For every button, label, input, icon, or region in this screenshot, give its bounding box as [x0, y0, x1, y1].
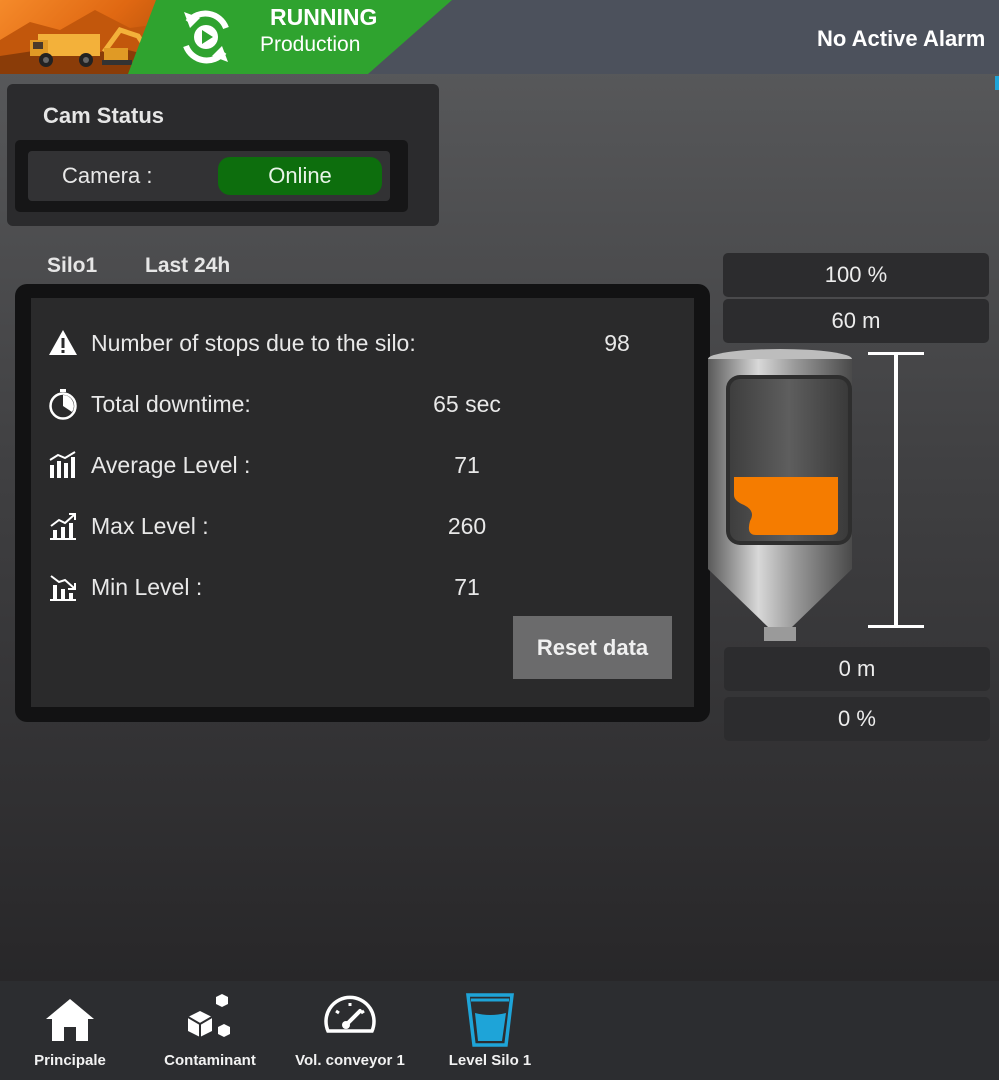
stopwatch-icon — [47, 388, 79, 420]
nav-item-principale[interactable]: Principale — [20, 981, 120, 1080]
stat-label: Min Level : — [91, 574, 203, 600]
bottom-navigation: Principale Contaminant Vol. conveyor 1 L… — [0, 981, 999, 1080]
glass-level-icon — [462, 991, 518, 1047]
stat-value: 260 — [447, 513, 487, 539]
height-scale — [862, 350, 932, 632]
stat-row-stops: Number of stops due to the silo: 98 — [31, 323, 694, 363]
nav-label: Principale — [34, 1052, 106, 1069]
stat-value: 65 sec — [433, 391, 501, 417]
nav-label: Vol. conveyor 1 — [295, 1052, 405, 1069]
sync-play-icon — [176, 6, 236, 68]
nav-label: Level Silo 1 — [448, 1052, 532, 1069]
stat-row-min: Min Level : 71 — [31, 567, 694, 607]
max-percent-label: 100 % — [723, 253, 989, 297]
nav-label: Contaminant — [164, 1052, 256, 1069]
min-height-label: 0 m — [724, 647, 990, 691]
warning-icon — [47, 327, 79, 359]
alarm-status[interactable]: No Active Alarm — [817, 26, 985, 52]
nav-item-level-silo[interactable]: Level Silo 1 — [440, 981, 540, 1080]
status-subtitle: Production — [260, 33, 361, 56]
cam-status-title: Cam Status — [43, 103, 165, 128]
stat-value: 71 — [454, 452, 480, 478]
silo-period: Last 24h — [145, 254, 231, 277]
stat-row-downtime: Total downtime: 65 sec — [31, 384, 694, 424]
edge-indicator — [995, 76, 999, 90]
nav-item-vol-conveyor[interactable]: Vol. conveyor 1 — [288, 981, 412, 1080]
stat-value: 71 — [454, 574, 480, 600]
nav-item-contaminant[interactable]: Contaminant — [160, 981, 260, 1080]
cam-status-panel: Cam Status Camera : Online — [7, 84, 439, 226]
camera-row: Camera : Online — [28, 151, 390, 201]
reset-data-button[interactable]: Reset data — [513, 616, 672, 679]
stat-label: Total downtime: — [91, 391, 251, 417]
silo-fill — [734, 477, 838, 535]
silo-name: Silo1 — [47, 254, 98, 277]
stat-row-max: Max Level : 260 — [31, 506, 694, 546]
camera-label: Camera : — [62, 163, 153, 188]
status-title: RUNNING — [270, 4, 378, 30]
min-percent-label: 0 % — [724, 697, 990, 741]
stat-label: Number of stops due to the silo: — [91, 330, 416, 356]
home-icon — [42, 991, 98, 1047]
silo-stats-content: Number of stops due to the silo: 98 Tota… — [31, 298, 694, 707]
silo-stats-panel: Number of stops due to the silo: 98 Tota… — [15, 284, 710, 722]
silo-graphic — [700, 345, 860, 650]
stat-label: Average Level : — [91, 452, 251, 478]
stat-value: 98 — [604, 330, 630, 356]
cubes-icon — [182, 991, 238, 1047]
top-bar: RUNNING Production No Active Alarm — [0, 0, 999, 90]
trend-up-chart-icon — [47, 510, 79, 542]
trend-down-chart-icon — [47, 571, 79, 603]
camera-status-badge: Online — [218, 157, 382, 195]
stat-row-average: Average Level : 71 — [31, 445, 694, 485]
camera-row-frame: Camera : Online — [15, 140, 408, 212]
max-height-label: 60 m — [723, 299, 989, 343]
speedometer-icon — [322, 991, 378, 1047]
bar-chart-icon — [47, 449, 79, 481]
stat-label: Max Level : — [91, 513, 209, 539]
